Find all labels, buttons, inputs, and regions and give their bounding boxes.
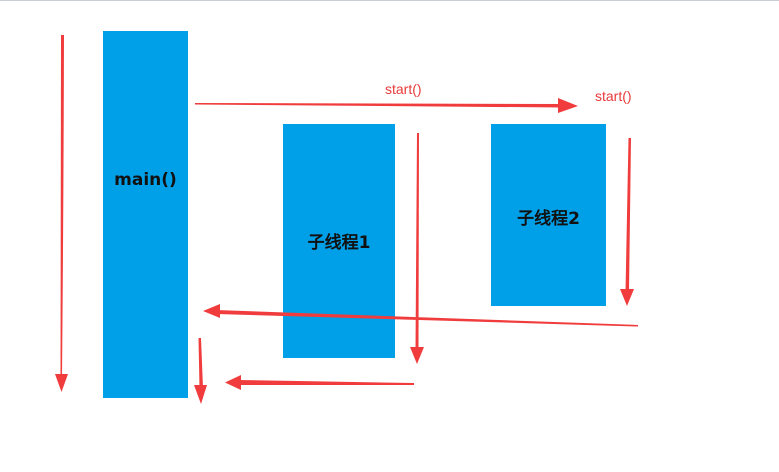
start-call-arrow bbox=[195, 98, 578, 113]
thread2-return-arrow bbox=[203, 304, 638, 327]
main-continue-arrow bbox=[194, 338, 207, 404]
arrows-layer bbox=[55, 35, 638, 404]
thread1-timeline-arrow bbox=[410, 133, 424, 364]
thread-diagram: main() 子线程1 子线程2 start() start() bbox=[0, 0, 779, 472]
main-timeline-arrow bbox=[55, 35, 68, 392]
thread1-return-arrow bbox=[225, 375, 414, 390]
thread2-timeline-arrow bbox=[620, 138, 634, 306]
